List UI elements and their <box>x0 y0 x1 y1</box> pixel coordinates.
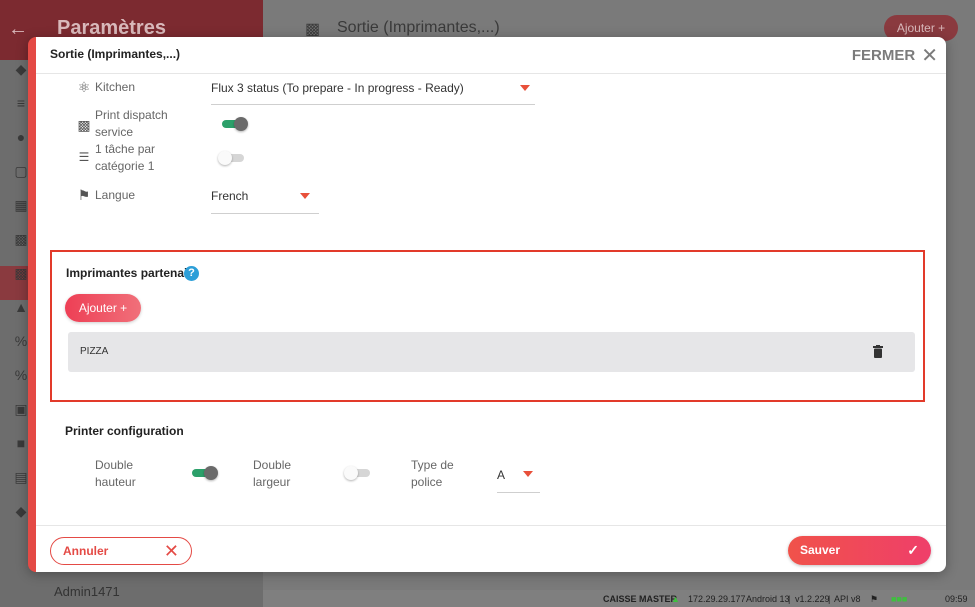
chevron-down-icon <box>300 193 310 199</box>
toggle-knob <box>234 117 248 131</box>
device-name: CAISSE MASTER <box>603 594 678 604</box>
status-bar: CAISSE MASTER ▲ 172.29.29.177 Android 13… <box>263 590 975 607</box>
print-dispatch-toggle[interactable] <box>220 117 248 131</box>
close-icon: ✕ <box>163 541 179 561</box>
partner-printers-title: Imprimantes partenaire <box>66 266 199 280</box>
close-label: FERMER <box>851 47 916 64</box>
kitchen-label: Kitchen <box>95 80 136 94</box>
printer-icon: ▩ <box>77 117 91 133</box>
save-button[interactable]: Sauver ✓ <box>788 536 931 565</box>
toggle-knob <box>218 151 232 165</box>
one-task-toggle[interactable] <box>218 151 246 165</box>
clock-time: 09:59 <box>945 594 968 604</box>
flag-icon: ⚑ <box>77 187 91 203</box>
save-label: Sauver <box>800 543 841 557</box>
api-version: API v8 <box>834 594 861 604</box>
utensils-icon: ⚛ <box>77 79 91 95</box>
modal-header: Sortie (Imprimantes,...) FERMER ✕ <box>36 37 946 74</box>
check-icon: ✓ <box>907 542 919 558</box>
partner-printers-section: Imprimantes partenaire ? Ajouter + PIZZA <box>50 250 925 402</box>
double-height-toggle[interactable] <box>190 466 218 480</box>
font-type-select[interactable]: A <box>497 460 540 493</box>
double-width-toggle[interactable] <box>344 466 372 480</box>
android-version: Android 13 <box>746 594 790 604</box>
double-height-label: Double hauteur <box>95 458 136 489</box>
kitchen-select[interactable]: Flux 3 status (To prepare - In progress … <box>211 75 535 105</box>
language-label: Langue <box>95 188 136 202</box>
chevron-down-icon <box>520 85 530 91</box>
background-header-title: Sortie (Imprimantes,...) <box>337 19 500 36</box>
font-type-label: Type de police <box>411 458 454 489</box>
toggle-knob <box>344 466 358 480</box>
cancel-label: Annuler <box>63 544 109 558</box>
double-width-label: Double largeur <box>253 458 292 489</box>
chevron-down-icon <box>523 471 533 477</box>
partner-printer-name: PIZZA <box>80 346 109 357</box>
background-user-name: Admin1471 <box>54 584 120 599</box>
database-icon: ■■■ <box>891 594 908 604</box>
ip-address: 172.29.29.177 <box>688 594 746 604</box>
trash-icon[interactable] <box>873 345 883 358</box>
printer-icon: ▩ <box>305 21 321 38</box>
toggle-knob <box>204 466 218 480</box>
output-settings-modal: Sortie (Imprimantes,...) FERMER ✕ ⚛ Kitc… <box>28 37 946 572</box>
partner-printer-row[interactable]: PIZZA <box>68 332 915 372</box>
modal-footer: Annuler ✕ Sauver ✓ <box>36 525 946 572</box>
kitchen-value: Flux 3 status (To prepare - In progress … <box>211 81 464 95</box>
one-task-label: 1 tâche par catégorie 1 <box>95 142 156 173</box>
add-partner-printer-button[interactable]: Ajouter + <box>65 294 141 322</box>
help-icon[interactable]: ? <box>184 266 199 281</box>
close-button[interactable]: FERMER ✕ <box>851 44 938 67</box>
wifi-icon: ▲ <box>671 594 680 604</box>
checklist-icon: ☰ <box>78 150 90 164</box>
printer-config-title: Printer configuration <box>65 424 184 438</box>
language-select[interactable]: French <box>211 183 319 214</box>
flag-fr-icon: ⚑ <box>870 594 879 604</box>
app-version: v1.2.229 <box>795 594 830 604</box>
arrow-left-icon: ← <box>8 18 28 40</box>
print-dispatch-label: Print dispatch service <box>95 108 168 139</box>
cancel-button[interactable]: Annuler ✕ <box>50 537 192 565</box>
close-icon: ✕ <box>921 44 938 67</box>
modal-title: Sortie (Imprimantes,...) <box>50 47 181 61</box>
language-value: French <box>211 189 249 203</box>
font-type-value: A <box>497 468 506 482</box>
